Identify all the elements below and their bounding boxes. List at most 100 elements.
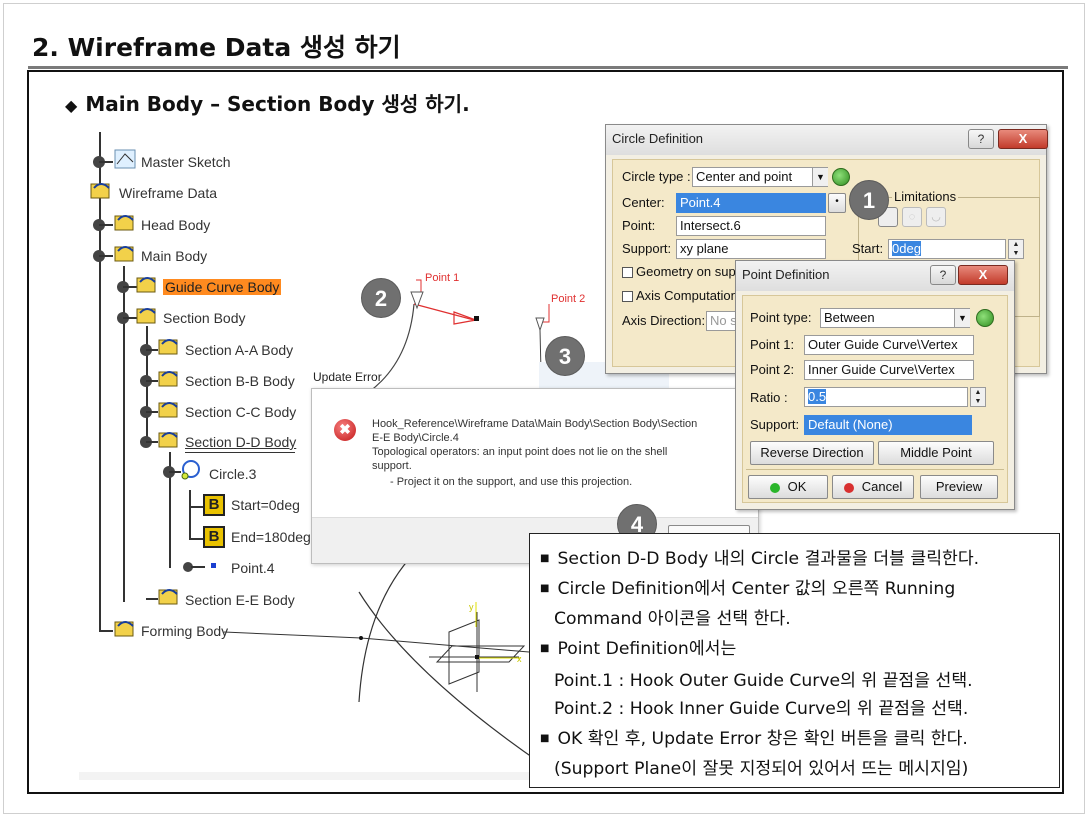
slide-title: 2. Wireframe Data 생성 하기 xyxy=(32,33,401,62)
point1-label: Point 1 xyxy=(425,272,460,284)
tree-item-start[interactable]: Start=0deg xyxy=(231,497,300,513)
square-bullet-icon: ■ xyxy=(540,583,550,594)
step-badge-1: 1 xyxy=(849,180,889,220)
close-button[interactable]: X xyxy=(958,265,1008,285)
middle-point-button[interactable]: Middle Point xyxy=(878,441,994,465)
tree-item-master-sketch[interactable]: Master Sketch xyxy=(141,154,230,170)
tree-item-section-ee[interactable]: Section E-E Body xyxy=(185,592,295,608)
sketcher-icon[interactable] xyxy=(832,168,850,186)
point-type-select[interactable]: Between xyxy=(820,308,970,328)
tree-item-guide-curve-body[interactable]: Guide Curve Body xyxy=(163,279,282,295)
help-icon[interactable]: ? xyxy=(968,129,994,149)
tree-item-section-aa[interactable]: Section A-A Body xyxy=(185,342,293,358)
start-spinner[interactable]: ▲ ▼ xyxy=(1008,239,1024,259)
tree-item-section-body[interactable]: Section Body xyxy=(163,310,246,326)
ratio-label: Ratio : xyxy=(750,390,788,405)
point-icon xyxy=(211,563,216,568)
start-input[interactable]: 0deg xyxy=(888,239,1006,259)
center-input[interactable]: Point.4 xyxy=(676,193,826,213)
square-bullet-icon: ■ xyxy=(540,643,550,654)
svg-text:x: x xyxy=(517,654,522,664)
circle-type-select[interactable]: Center and point xyxy=(692,167,828,187)
sketch-icon xyxy=(114,149,136,169)
help-icon[interactable]: ? xyxy=(930,265,956,285)
instruction-1: ■ Section D-D Body 내의 Circle 결과물을 더블 클릭한다… xyxy=(540,549,980,569)
parameter-b-icon: B xyxy=(203,494,225,516)
circle-icon xyxy=(181,460,200,480)
tree-item-label: Guide Curve Body xyxy=(163,279,282,295)
cancel-button[interactable]: Cancel xyxy=(832,475,914,499)
geometrical-set-icon xyxy=(158,371,178,387)
geometrical-set-icon xyxy=(158,339,178,355)
error-line-4: support. xyxy=(372,460,412,472)
tree-item-section-cc[interactable]: Section C-C Body xyxy=(185,404,296,420)
ok-icon xyxy=(769,482,780,493)
tree-item-main-body[interactable]: Main Body xyxy=(141,248,207,264)
start-label: Start: xyxy=(852,241,884,256)
tree-item-wireframe-data[interactable]: Wireframe Data xyxy=(119,185,217,201)
instruction-4b: (Support Plane이 잘못 지정되어 있어서 뜨는 메시지임) xyxy=(554,759,969,779)
point2-input[interactable]: Inner Guide Curve\Vertex xyxy=(804,360,974,380)
chevron-down-icon[interactable]: ▼ xyxy=(954,309,970,327)
instruction-3a: Point.1 : Hook Outer Guide Curve의 위 끝점을 … xyxy=(554,671,973,691)
running-command-button[interactable]: • xyxy=(828,193,846,213)
step-badge-2: 2 xyxy=(361,278,401,318)
ok-button[interactable]: OK xyxy=(748,475,828,499)
tree-item-section-bb[interactable]: Section B-B Body xyxy=(185,373,295,389)
geometrical-set-icon xyxy=(158,589,178,605)
point1-label: Point 1: xyxy=(750,337,795,352)
axis-computation-checkbox[interactable] xyxy=(622,291,633,302)
error-line-2: E-E Body\Circle.4 xyxy=(372,432,459,444)
geometrical-set-icon xyxy=(136,277,156,293)
point-label: Point: xyxy=(622,218,656,233)
tree-item-circle3[interactable]: Circle.3 xyxy=(209,466,256,482)
error-line-1: Hook_Reference\Wireframe Data\Main Body\… xyxy=(372,418,698,430)
axis-computation-label: Axis Computation xyxy=(636,288,738,303)
point1-input[interactable]: Outer Guide Curve\Vertex xyxy=(804,335,974,355)
point-type-label: Point type: xyxy=(750,310,812,325)
support-label: Support: xyxy=(750,417,800,432)
cancel-icon xyxy=(843,482,854,493)
geometrical-set-icon xyxy=(114,246,134,262)
update-error-title: Update Error xyxy=(313,370,382,384)
axis-direction-label: Axis Direction: xyxy=(622,313,706,328)
parameter-b-icon: B xyxy=(203,526,225,548)
close-button[interactable]: X xyxy=(998,129,1048,149)
support-label: Support: xyxy=(622,241,672,256)
support-input[interactable]: xy plane xyxy=(676,239,826,259)
geometry-on-support-checkbox[interactable] xyxy=(622,267,633,278)
tree-item-forming-body[interactable]: Forming Body xyxy=(141,623,228,639)
ratio-spinner[interactable]: ▲ ▼ xyxy=(970,387,986,407)
instruction-2b: Command 아이콘을 선택 한다. xyxy=(554,609,791,629)
circle-type-label: Circle type : xyxy=(622,169,691,184)
tree-item-point4[interactable]: Point.4 xyxy=(231,560,275,576)
sketcher-icon[interactable] xyxy=(976,309,994,327)
preview-button[interactable]: Preview xyxy=(920,475,998,499)
geometry-on-support-label: Geometry on sup xyxy=(636,264,736,279)
chevron-down-icon[interactable]: ▼ xyxy=(812,168,828,186)
main-frame: ◆ Main Body – Section Body 생성 하기. y x Ma… xyxy=(27,70,1064,794)
limitations-label: Limitations xyxy=(892,189,959,204)
reverse-direction-button[interactable]: Reverse Direction xyxy=(750,441,874,465)
instruction-2: ■ Circle Definition에서 Center 값의 오른쪽 Runni… xyxy=(540,579,956,599)
whole-circle-icon[interactable]: ◌ xyxy=(902,207,922,227)
dialog-title: Circle Definition xyxy=(612,131,704,146)
support-input[interactable]: Default (None) xyxy=(804,415,972,435)
tree-item-section-dd[interactable]: Section D-D Body xyxy=(185,434,296,450)
instruction-4: ■ OK 확인 후, Update Error 창은 확인 버튼을 클릭 한다. xyxy=(540,729,968,749)
point2-label: Point 2 xyxy=(551,293,586,305)
point-input[interactable]: Intersect.6 xyxy=(676,216,826,236)
title-rule xyxy=(28,66,1068,69)
instruction-3: ■ Point Definition에서는 xyxy=(540,639,737,659)
dialog-title: Point Definition xyxy=(742,267,830,282)
step-badge-3: 3 xyxy=(545,336,585,376)
geometrical-set-icon xyxy=(158,432,178,448)
tree-item-head-body[interactable]: Head Body xyxy=(141,217,210,233)
geometrical-set-icon xyxy=(114,215,134,231)
geometrical-set-icon xyxy=(158,402,178,418)
ratio-input[interactable]: 0.5 xyxy=(804,387,968,407)
arc-complement-icon[interactable]: ◡ xyxy=(926,207,946,227)
tree-item-end[interactable]: End=180deg xyxy=(231,529,311,545)
point2-label: Point 2: xyxy=(750,362,795,377)
error-line-3: Topological operators: an input point do… xyxy=(372,446,668,458)
